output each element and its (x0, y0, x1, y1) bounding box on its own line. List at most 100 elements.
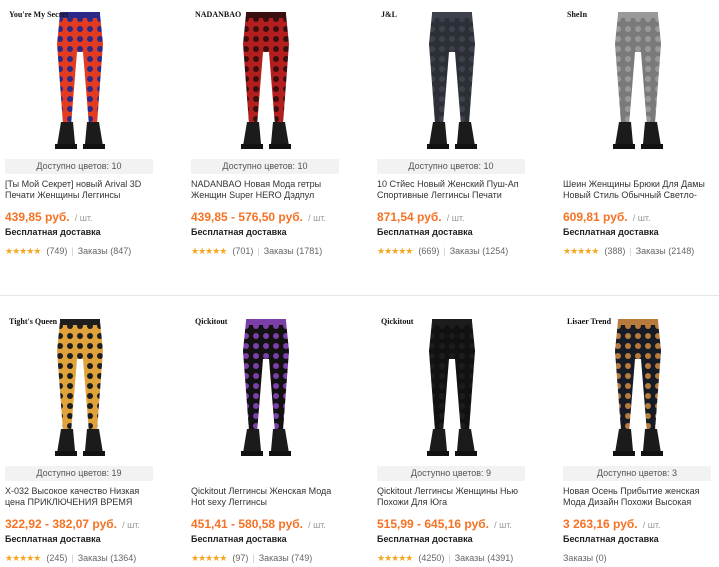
product-price: 451,41 - 580,58 руб. (191, 517, 303, 531)
review-count[interactable]: (97) (232, 553, 248, 563)
product-title-link[interactable]: X-032 Высокое качество Низкая цена ПРИКЛ… (5, 486, 155, 508)
brand-logo: Qickitout (381, 317, 414, 326)
price-unit: / шт. (308, 213, 326, 223)
product-title-link[interactable]: [Ты Мой Секрет] новый Arival 3D Печати Ж… (5, 179, 155, 201)
rating-stars-icon: ★★★★★ (377, 246, 413, 256)
shipping-info: Бесплатная доставка (191, 227, 287, 237)
product-card[interactable]: Lisaer Trend Доступно цветов: 3 Новая Ос… (563, 311, 718, 564)
rating-orders: ★★★★★ (669) | Заказы (1254) (377, 245, 532, 257)
review-count[interactable]: (669) (418, 246, 439, 256)
price-row: 439,85 - 576,50 руб. / шт. (191, 210, 346, 224)
price-unit: / шт. (308, 520, 326, 530)
product-title-link[interactable]: Qickitout Леггинсы Женская Мода Hot sexy… (191, 486, 341, 508)
available-colors: Доступно цветов: 3 (563, 466, 711, 481)
meta-separator: | (443, 246, 446, 256)
rating-stars-icon: ★★★★★ (377, 553, 413, 563)
rating-orders: Заказы (0) (563, 552, 718, 564)
price-row: 609,81 руб. / шт. (563, 210, 718, 224)
orders-count[interactable]: Заказы (847) (78, 246, 132, 256)
review-count[interactable]: (701) (232, 246, 253, 256)
shipping-info: Бесплатная доставка (5, 534, 101, 544)
product-price: 439,85 - 576,50 руб. (191, 210, 303, 224)
orders-count[interactable]: Заказы (1781) (264, 246, 323, 256)
orders-count[interactable]: Заказы (1254) (450, 246, 509, 256)
rating-orders: ★★★★★ (245) | Заказы (1364) (5, 552, 160, 564)
product-card[interactable]: Qickitout Qickitout Леггинсы Женская Мод… (191, 311, 346, 564)
available-colors: Доступно цветов: 10 (191, 159, 339, 174)
shipping-info: Бесплатная доставка (377, 227, 473, 237)
available-colors: Доступно цветов: 9 (377, 466, 525, 481)
shipping-info: Бесплатная доставка (191, 534, 287, 544)
product-title-link[interactable]: 10 Стйес Новый Женский Пуш-Ап Спортивные… (377, 179, 527, 201)
rating-orders: ★★★★★ (4250) | Заказы (4391) (377, 552, 532, 564)
product-image[interactable]: Lisaer Trend (563, 311, 713, 463)
product-card[interactable]: You're My Secret Доступно цветов: 10 [Ты… (5, 4, 160, 257)
product-price: 609,81 руб. (563, 210, 628, 224)
orders-count[interactable]: Заказы (749) (259, 553, 313, 563)
rating-stars-icon: ★★★★★ (5, 553, 41, 563)
meta-separator: | (71, 553, 74, 563)
brand-logo: Lisaer Trend (567, 317, 612, 326)
price-unit: / шт. (632, 213, 651, 223)
product-image[interactable]: You're My Secret (5, 4, 155, 156)
rating-orders: ★★★★★ (701) | Заказы (1781) (191, 245, 346, 257)
price-unit: / шт. (642, 520, 661, 530)
orders-count[interactable]: Заказы (0) (563, 553, 607, 563)
product-price: 322,92 - 382,07 руб. (5, 517, 117, 531)
product-price: 439,85 руб. (5, 210, 70, 224)
product-title-link[interactable]: Qickitout Леггинсы Женщины Нью Похожи Дл… (377, 486, 527, 508)
product-card[interactable]: Tight's Queen Доступно цветов: 19 X-032 … (5, 311, 160, 564)
review-count[interactable]: (4250) (418, 553, 444, 563)
product-price: 871,54 руб. (377, 210, 442, 224)
product-title-link[interactable]: NADANBAO Новая Мода гетры Женщин Super H… (191, 179, 341, 201)
price-row: 439,85 руб. / шт. (5, 210, 160, 224)
product-grid: You're My Secret Доступно цветов: 10 [Ты… (0, 0, 719, 567)
brand-logo: J&L (381, 10, 397, 19)
rating-stars-icon: ★★★★★ (5, 246, 41, 256)
product-title-link[interactable]: Шеин Женщины Брюки Для Дамы Новый Стиль … (563, 179, 713, 201)
meta-separator: | (252, 553, 255, 563)
rating-stars-icon: ★★★★★ (191, 246, 227, 256)
price-unit: / шт. (494, 520, 512, 530)
meta-separator: | (257, 246, 260, 256)
rating-stars-icon: ★★★★★ (563, 246, 599, 256)
product-image[interactable]: SheIn (563, 4, 713, 156)
product-card[interactable]: NADANBAO Доступно цветов: 10 NADANBAO Но… (191, 4, 346, 257)
product-image[interactable]: Qickitout (377, 311, 527, 463)
brand-logo: You're My Secret (9, 10, 69, 19)
rating-orders: ★★★★★ (749) | Заказы (847) (5, 245, 160, 257)
shipping-info: Бесплатная доставка (563, 534, 659, 544)
product-image[interactable]: Qickitout (191, 311, 341, 463)
price-row: 871,54 руб. / шт. (377, 210, 532, 224)
product-image[interactable]: Tight's Queen (5, 311, 155, 463)
available-colors: Доступно цветов: 19 (5, 466, 153, 481)
shipping-info: Бесплатная доставка (563, 227, 659, 237)
rating-orders: ★★★★★ (388) | Заказы (2148) (563, 245, 718, 257)
brand-logo: NADANBAO (195, 10, 242, 19)
meta-separator: | (629, 246, 632, 256)
price-unit: / шт. (122, 520, 140, 530)
orders-count[interactable]: Заказы (4391) (455, 553, 514, 563)
rating-stars-icon: ★★★★★ (191, 553, 227, 563)
orders-count[interactable]: Заказы (1364) (78, 553, 137, 563)
row-divider (0, 295, 719, 296)
price-row: 515,99 - 645,16 руб. / шт. (377, 517, 532, 531)
shipping-info: Бесплатная доставка (5, 227, 101, 237)
product-card[interactable]: Qickitout Доступно цветов: 9 Qickitout Л… (377, 311, 532, 564)
review-count[interactable]: (388) (604, 246, 625, 256)
product-image[interactable]: J&L (377, 4, 527, 156)
available-colors: Доступно цветов: 10 (5, 159, 153, 174)
price-unit: / шт. (446, 213, 465, 223)
orders-count[interactable]: Заказы (2148) (636, 246, 695, 256)
review-count[interactable]: (245) (46, 553, 67, 563)
price-unit: / шт. (74, 213, 93, 223)
review-count[interactable]: (749) (46, 246, 67, 256)
product-image[interactable]: NADANBAO (191, 4, 341, 156)
meta-separator: | (71, 246, 74, 256)
meta-separator: | (448, 553, 451, 563)
price-row: 451,41 - 580,58 руб. / шт. (191, 517, 346, 531)
rating-orders: ★★★★★ (97) | Заказы (749) (191, 552, 346, 564)
product-card[interactable]: SheIn Шеин Женщины Брюки Для Дамы Новый … (563, 4, 718, 257)
product-title-link[interactable]: Новая Осень Прибытие женская Мода Дизайн… (563, 486, 713, 508)
product-card[interactable]: J&L Доступно цветов: 10 10 Стйес Новый Ж… (377, 4, 532, 257)
